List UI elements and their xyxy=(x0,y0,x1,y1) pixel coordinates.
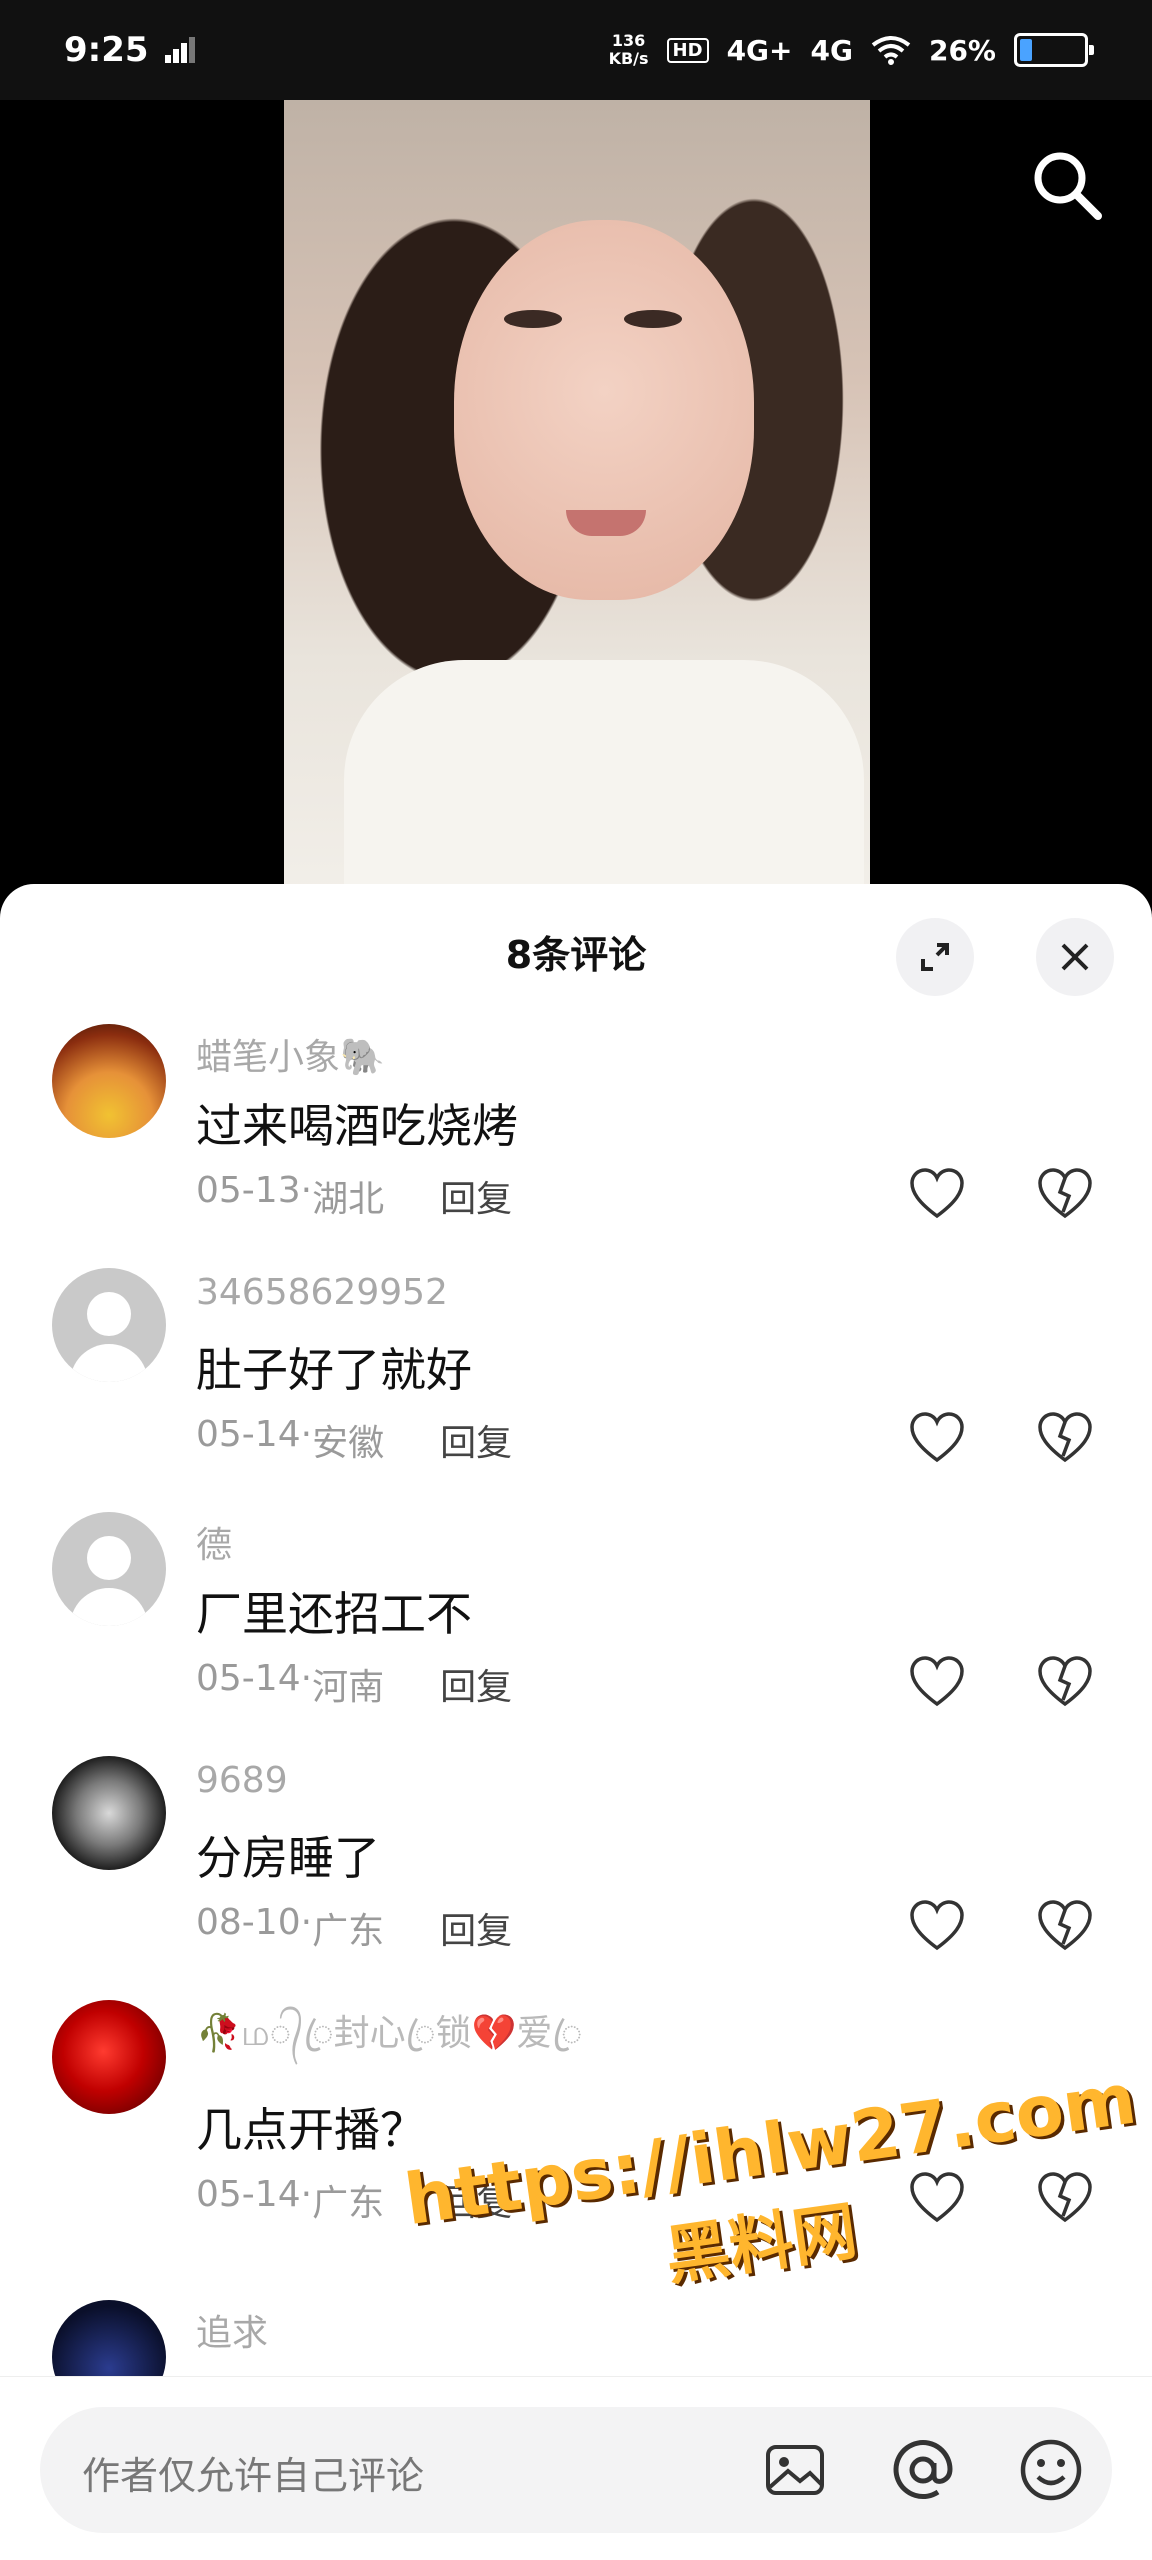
avatar[interactable] xyxy=(52,1756,166,1870)
comment-date: 05-14 xyxy=(196,2174,301,2215)
signal-4g-plus: 4G+ xyxy=(726,33,793,67)
wifi-icon xyxy=(871,36,911,65)
heart-icon[interactable] xyxy=(908,1166,966,1220)
avatar[interactable] xyxy=(52,1512,166,1626)
signal-bars-icon xyxy=(164,37,195,63)
close-button[interactable] xyxy=(1036,918,1114,996)
reply-button[interactable]: 回复 xyxy=(440,1658,512,1710)
close-icon xyxy=(1061,943,1089,971)
comment-username[interactable]: 蜡笔小象🐘 xyxy=(196,1028,385,1080)
comment-count-title: 8条评论 xyxy=(505,933,647,977)
battery-percent: 26% xyxy=(928,33,996,67)
meta-separator: · xyxy=(300,1902,313,1943)
meta-separator: · xyxy=(300,1170,313,1211)
avatar[interactable] xyxy=(52,1268,166,1382)
comment-location: 广东 xyxy=(312,1911,385,1952)
comment-input-bar: 作者仅允许自己评论 xyxy=(0,2376,1152,2560)
comment-date: 05-14 xyxy=(196,1658,301,1699)
comment-meta: 05-14 · 安徽 回复 xyxy=(196,1414,512,1466)
comment-text: 肚子好了就好 xyxy=(196,1343,472,1397)
broken-heart-icon[interactable] xyxy=(1036,1166,1094,1220)
net-speed-unit: KB/s xyxy=(608,49,649,68)
search-button[interactable] xyxy=(1028,146,1104,222)
video-eye-right xyxy=(624,310,682,328)
comment-date: 05-14 xyxy=(196,1414,301,1455)
comment-item: 蜡笔小象🐘 过来喝酒吃烧烤 05-13 · 湖北 回复 xyxy=(0,1020,1152,1260)
comment-meta: 05-14 · 河南 回复 xyxy=(196,1658,512,1710)
heart-icon[interactable] xyxy=(908,1654,966,1708)
comment-username[interactable]: 34658629952 xyxy=(196,1272,448,1313)
comment-location: 河南 xyxy=(312,1667,385,1708)
comment-text: 分房睡了 xyxy=(196,1831,380,1885)
sheet-header: 8条评论 xyxy=(0,884,1152,1020)
meta-separator: · xyxy=(300,1658,313,1699)
battery-icon xyxy=(1014,33,1094,67)
heart-icon[interactable] xyxy=(908,1410,966,1464)
search-icon xyxy=(1034,152,1102,220)
image-icon[interactable] xyxy=(760,2435,830,2505)
comment-text: 几点开播？ xyxy=(196,2103,426,2157)
hd-badge: HD xyxy=(666,37,709,63)
status-right: 136 KB/s HD 4G+ 4G 26% xyxy=(609,32,1094,68)
expand-button[interactable] xyxy=(896,918,974,996)
comment-date: 08-10 xyxy=(196,1902,301,1943)
comment-input-placeholder: 作者仅允许自己评论 xyxy=(82,2454,425,2498)
net-speed-value: 136 xyxy=(611,31,646,50)
expand-icon xyxy=(921,943,949,971)
comment-item: 9689 分房睡了 08-10 · 广东 回复 xyxy=(0,1752,1152,1992)
at-icon[interactable] xyxy=(888,2435,958,2505)
reply-button[interactable]: 回复 xyxy=(440,1902,512,1954)
broken-heart-icon[interactable] xyxy=(1036,1654,1094,1708)
comment-text: 厂里还招工不 xyxy=(196,1587,472,1641)
comment-username[interactable]: 追求 xyxy=(196,2304,268,2356)
video-face xyxy=(454,220,754,600)
comment-date: 05-13 xyxy=(196,1170,301,1211)
comment-meta: 05-13 · 湖北 回复 xyxy=(196,1170,512,1222)
signal-4g: 4G xyxy=(810,33,853,67)
broken-heart-icon[interactable] xyxy=(1036,1898,1094,1952)
video-frame xyxy=(284,100,870,900)
video-shirt xyxy=(344,660,864,900)
status-time: 9:25 xyxy=(64,30,149,70)
comment-meta: 08-10 · 广东 回复 xyxy=(196,1902,512,1954)
meta-separator: · xyxy=(300,2174,313,2215)
comment-location: 安徽 xyxy=(312,1423,385,1464)
comment-input[interactable]: 作者仅允许自己评论 xyxy=(40,2407,1112,2533)
comment-username[interactable]: 9689 xyxy=(196,1760,288,1801)
net-speed: 136 KB/s xyxy=(609,32,649,68)
reply-button[interactable]: 回复 xyxy=(440,1170,512,1222)
reply-button[interactable]: 回复 xyxy=(440,1414,512,1466)
status-bar: 9:25 136 KB/s HD 4G+ 4G 26% xyxy=(0,0,1152,100)
comment-text: 过来喝酒吃烧烤 xyxy=(196,1099,518,1153)
comment-item: 34658629952 肚子好了就好 05-14 · 安徽 回复 xyxy=(0,1264,1152,1504)
avatar[interactable] xyxy=(52,2000,166,2114)
comment-location: 广东 xyxy=(312,2183,385,2224)
video-player[interactable] xyxy=(0,100,1152,900)
avatar[interactable] xyxy=(52,1024,166,1138)
comment-location: 湖北 xyxy=(312,1179,385,1220)
heart-icon[interactable] xyxy=(908,1898,966,1952)
battery-fill xyxy=(1020,39,1032,61)
emoji-icon[interactable] xyxy=(1016,2435,1086,2505)
comment-item: 德 厂里还招工不 05-14 · 河南 回复 xyxy=(0,1508,1152,1748)
meta-separator: · xyxy=(300,1414,313,1455)
comment-username[interactable]: 德 xyxy=(196,1516,232,1568)
broken-heart-icon[interactable] xyxy=(1036,1410,1094,1464)
video-eye-left xyxy=(504,310,562,328)
status-left: 9:25 xyxy=(64,30,195,70)
comment-username[interactable]: 🥀ம᭄ꦿ封心ꦿ锁💔爱ꦿ xyxy=(196,2004,582,2078)
